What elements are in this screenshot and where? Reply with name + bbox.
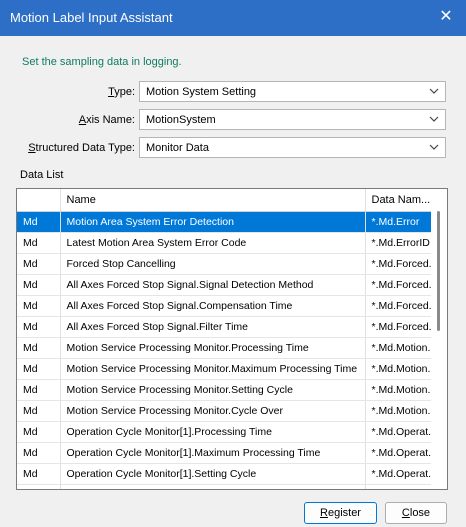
structured-data-type-dropdown[interactable]: Monitor Data bbox=[139, 137, 446, 158]
row-kind-cell: Md bbox=[17, 211, 61, 233]
chevron-down-icon bbox=[429, 88, 439, 94]
row-kind-cell: Md bbox=[17, 337, 61, 359]
data-list-table[interactable]: Name Data Nam... Md Motion Area System Er… bbox=[16, 188, 448, 490]
axis-name-label: Axis Name: bbox=[78, 114, 135, 126]
row-kind-cell: Md bbox=[17, 421, 61, 443]
table-row[interactable]: Md Motion Service Processing Monitor.Cycl… bbox=[17, 400, 433, 422]
row-kind-cell: Md bbox=[17, 232, 61, 254]
close-button[interactable]: Close bbox=[385, 502, 447, 524]
chevron-down-icon bbox=[429, 144, 439, 150]
instruction-text: Set the sampling data in logging. bbox=[22, 56, 182, 68]
row-name-cell: Forced Stop Cancelling bbox=[60, 253, 366, 275]
row-kind-cell: Md bbox=[17, 253, 61, 275]
table-row[interactable]: Md All Axes Forced Stop Signal.Signal Det… bbox=[17, 274, 433, 296]
axis-name-value: MotionSystem bbox=[146, 114, 216, 126]
table-row[interactable]: MdOperation Cycle Monitor[1].Cycle Over*… bbox=[17, 484, 433, 489]
row-data-name-cell: *.Md.Operat... bbox=[365, 463, 433, 485]
type-value: Motion System Setting bbox=[146, 86, 257, 98]
row-kind-cell: Md bbox=[17, 274, 61, 296]
row-name-cell: Motion Service Processing Monitor.Maximu… bbox=[60, 358, 366, 380]
table-row[interactable]: Md All Axes Forced Stop Signal.Filter Tim… bbox=[17, 316, 433, 338]
row-name-cell: Motion Service Processing Monitor.Settin… bbox=[60, 379, 366, 401]
axis-name-dropdown[interactable]: MotionSystem bbox=[139, 109, 446, 130]
register-button[interactable]: Register bbox=[304, 502, 377, 524]
column-header-name[interactable]: Name bbox=[60, 189, 366, 212]
row-name-cell: All Axes Forced Stop Signal.Filter Time bbox=[60, 316, 366, 338]
table-row[interactable]: Md Motion Service Processing Monitor.Proc… bbox=[17, 337, 433, 359]
row-data-name-cell: *.Md.ErrorID bbox=[365, 232, 433, 254]
row-name-cell: All Axes Forced Stop Signal.Compensation… bbox=[60, 295, 366, 317]
column-header-kind[interactable] bbox=[17, 189, 61, 212]
row-kind-cell: Md bbox=[17, 463, 61, 485]
row-kind-cell: Md bbox=[17, 442, 61, 464]
table-row[interactable]: Md Motion Area System Error Detection *.Md… bbox=[17, 211, 433, 233]
scrollbar-thumb[interactable] bbox=[437, 211, 440, 331]
table-row[interactable]: Md Forced Stop Cancelling *.Md.Forced... bbox=[17, 253, 433, 275]
row-data-name-cell: *.Md.Motion... bbox=[365, 400, 433, 422]
structured-data-type-label: Structured Data Type: bbox=[28, 142, 135, 154]
table-header-row: Name Data Nam... bbox=[17, 189, 433, 212]
row-kind-cell: Md bbox=[17, 358, 61, 380]
row-data-name-cell: *.Md.Error bbox=[365, 211, 433, 233]
row-data-name-cell: *.Md.Forced... bbox=[365, 316, 433, 338]
structured-data-type-value: Monitor Data bbox=[146, 142, 209, 154]
table-row[interactable]: Md Operation Cycle Monitor[1].Processing … bbox=[17, 421, 433, 443]
row-kind-cell: Md bbox=[17, 484, 61, 489]
row-data-name-cell: *.Md.Motion... bbox=[365, 337, 433, 359]
column-header-data-name[interactable]: Data Nam... bbox=[365, 189, 433, 212]
chevron-down-icon bbox=[429, 116, 439, 122]
row-data-name-cell: *.Md.Forced... bbox=[365, 274, 433, 296]
row-kind-cell: Md bbox=[17, 379, 61, 401]
table-row[interactable]: Md Latest Motion Area System Error Code *.… bbox=[17, 232, 433, 254]
row-data-name-cell: *.Md.Forced... bbox=[365, 253, 433, 275]
data-list-label: Data List bbox=[20, 169, 64, 181]
row-name-cell: Operation Cycle Monitor[1].Cycle Over bbox=[60, 484, 366, 489]
table-row[interactable]: Md All Axes Forced Stop Signal.Compensati… bbox=[17, 295, 433, 317]
row-name-cell: Operation Cycle Monitor[1].Maximum Proce… bbox=[60, 442, 366, 464]
table-row[interactable]: Md Operation Cycle Monitor[1].Setting Cyc… bbox=[17, 463, 433, 485]
type-dropdown[interactable]: Motion System Setting bbox=[139, 81, 446, 102]
row-kind-cell: Md bbox=[17, 400, 61, 422]
table-row[interactable]: Md Operation Cycle Monitor[1].Maximum Pro… bbox=[17, 442, 433, 464]
row-data-name-cell: *.Md.Motion... bbox=[365, 358, 433, 380]
table-row[interactable]: Md Motion Service Processing Monitor.Maxi… bbox=[17, 358, 433, 380]
row-kind-cell: Md bbox=[17, 316, 61, 338]
type-label: Type: bbox=[108, 86, 135, 98]
row-name-cell: Latest Motion Area System Error Code bbox=[60, 232, 366, 254]
row-name-cell: Operation Cycle Monitor[1].Setting Cycle bbox=[60, 463, 366, 485]
row-name-cell: Motion Service Processing Monitor.Proces… bbox=[60, 337, 366, 359]
title-bar: Motion Label Input Assistant ✕ bbox=[0, 0, 466, 36]
row-data-name-cell: *.Md.Operat... bbox=[365, 442, 433, 464]
table-row[interactable]: Md Motion Service Processing Monitor.Sett… bbox=[17, 379, 433, 401]
window-title: Motion Label Input Assistant bbox=[10, 10, 173, 25]
row-name-cell: All Axes Forced Stop Signal.Signal Detec… bbox=[60, 274, 366, 296]
row-data-name-cell: *.Md.Motion... bbox=[365, 379, 433, 401]
row-name-cell: Motion Area System Error Detection bbox=[60, 211, 366, 233]
vertical-scrollbar[interactable] bbox=[431, 189, 447, 489]
row-name-cell: Operation Cycle Monitor[1].Processing Ti… bbox=[60, 421, 366, 443]
row-data-name-cell: *.Md.Forced... bbox=[365, 295, 433, 317]
row-data-name-cell: *.Md.Operat... bbox=[365, 421, 433, 443]
close-icon[interactable]: ✕ bbox=[426, 0, 466, 36]
row-kind-cell: Md bbox=[17, 295, 61, 317]
row-name-cell: Motion Service Processing Monitor.Cycle … bbox=[60, 400, 366, 422]
row-data-name-cell: *.Md.Operat... bbox=[365, 484, 433, 489]
